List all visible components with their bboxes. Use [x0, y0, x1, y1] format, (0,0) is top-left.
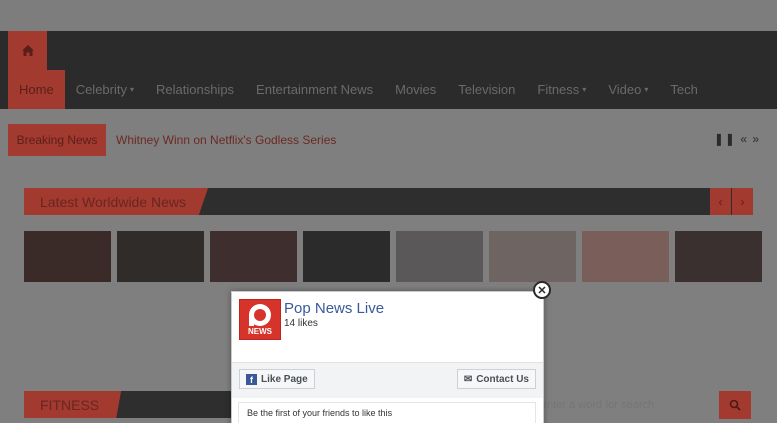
nav-item-label: Movies: [395, 82, 437, 97]
nav-item-celebrity[interactable]: Celebrity ▾: [65, 70, 145, 109]
main-navbar: Home Celebrity ▾ Relationships Entertainment…: [0, 31, 777, 109]
nav-item-label: Entertainment News: [256, 82, 374, 97]
breaking-news-bar: Breaking News Whitney Winn on Netflix's …: [8, 124, 768, 156]
like-page-button[interactable]: f Like Page: [239, 369, 315, 389]
fitness-title: FITNESS: [24, 391, 122, 418]
carousel-next-button[interactable]: ›: [732, 188, 753, 215]
nav-item-fitness[interactable]: Fitness ▾: [526, 70, 597, 109]
nav-item-video[interactable]: Video ▾: [597, 70, 659, 109]
nav-item-home[interactable]: Home: [8, 70, 65, 109]
search-input[interactable]: [537, 391, 719, 419]
nav-item-label: Video: [608, 82, 642, 97]
nav-item-tech[interactable]: Tech: [659, 70, 708, 109]
news-thumbnail[interactable]: [396, 231, 483, 282]
nav-item-label: Relationships: [156, 82, 235, 97]
envelope-icon: ✉: [463, 373, 473, 385]
chevron-down-icon: ▾: [644, 85, 649, 94]
news-thumbnail[interactable]: [489, 231, 576, 282]
svg-text:NEWS: NEWS: [248, 327, 273, 336]
news-thumbnail[interactable]: [582, 231, 669, 282]
facebook-page-popup: NEWS Pop News Live 14 likes f Like Page …: [231, 291, 544, 423]
nav-item-label: Television: [458, 82, 516, 97]
nav-item-entertainment-news[interactable]: Entertainment News: [245, 70, 384, 109]
news-thumbnail[interactable]: [117, 231, 204, 282]
fb-likes-count: 14 likes: [284, 318, 318, 329]
ticker-controls[interactable]: ❚❚ « »: [714, 132, 760, 146]
nav-item-relationships[interactable]: Relationships: [145, 70, 245, 109]
fb-action-bar: f Like Page ✉ Contact Us: [232, 362, 543, 398]
nav-item-label: Tech: [670, 82, 698, 97]
breaking-news-label: Breaking News: [8, 124, 106, 156]
news-thumbnail[interactable]: [303, 231, 390, 282]
logo-graphic: NEWS: [244, 304, 276, 336]
home-icon-button[interactable]: [8, 31, 47, 70]
nav-item-movies[interactable]: Movies: [384, 70, 447, 109]
news-thumbnail[interactable]: [210, 231, 297, 282]
chevron-down-icon: ▾: [129, 85, 134, 94]
nav-item-label: Home: [19, 82, 54, 97]
pop-news-logo[interactable]: NEWS: [239, 299, 281, 340]
search-button[interactable]: [719, 391, 751, 419]
close-icon: ✕: [537, 284, 547, 297]
nav-menu: Home Celebrity ▾ Relationships Entertainment…: [8, 70, 709, 109]
nav-item-label: Celebrity: [75, 82, 127, 97]
fb-friends-text: Be the first of your friends to like thi…: [247, 408, 393, 418]
nav-item-television[interactable]: Television: [447, 70, 526, 109]
top-strip: [0, 0, 777, 31]
home-icon: [21, 45, 34, 56]
latest-news-header: Latest Worldwide News ‹ ›: [24, 188, 753, 215]
close-popup-button[interactable]: ✕: [533, 281, 551, 299]
fb-page-name[interactable]: Pop News Live: [284, 300, 384, 317]
fb-friends-panel: Be the first of your friends to like thi…: [238, 402, 536, 423]
like-page-label: Like Page: [261, 373, 308, 385]
facebook-icon: f: [246, 373, 257, 385]
news-thumbnail[interactable]: [675, 231, 762, 282]
latest-news-title: Latest Worldwide News: [24, 188, 209, 215]
carousel-prev-button[interactable]: ‹: [710, 188, 731, 215]
contact-us-button[interactable]: ✉ Contact Us: [456, 369, 536, 389]
news-thumbnail[interactable]: [24, 231, 111, 282]
chevron-down-icon: ▾: [582, 85, 587, 94]
news-carousel: [24, 231, 762, 282]
contact-us-label: Contact Us: [476, 373, 529, 385]
search-icon: [729, 399, 741, 411]
nav-item-label: Fitness: [537, 82, 580, 97]
breaking-news-headline[interactable]: Whitney Winn on Netflix's Godless Series: [116, 133, 336, 147]
